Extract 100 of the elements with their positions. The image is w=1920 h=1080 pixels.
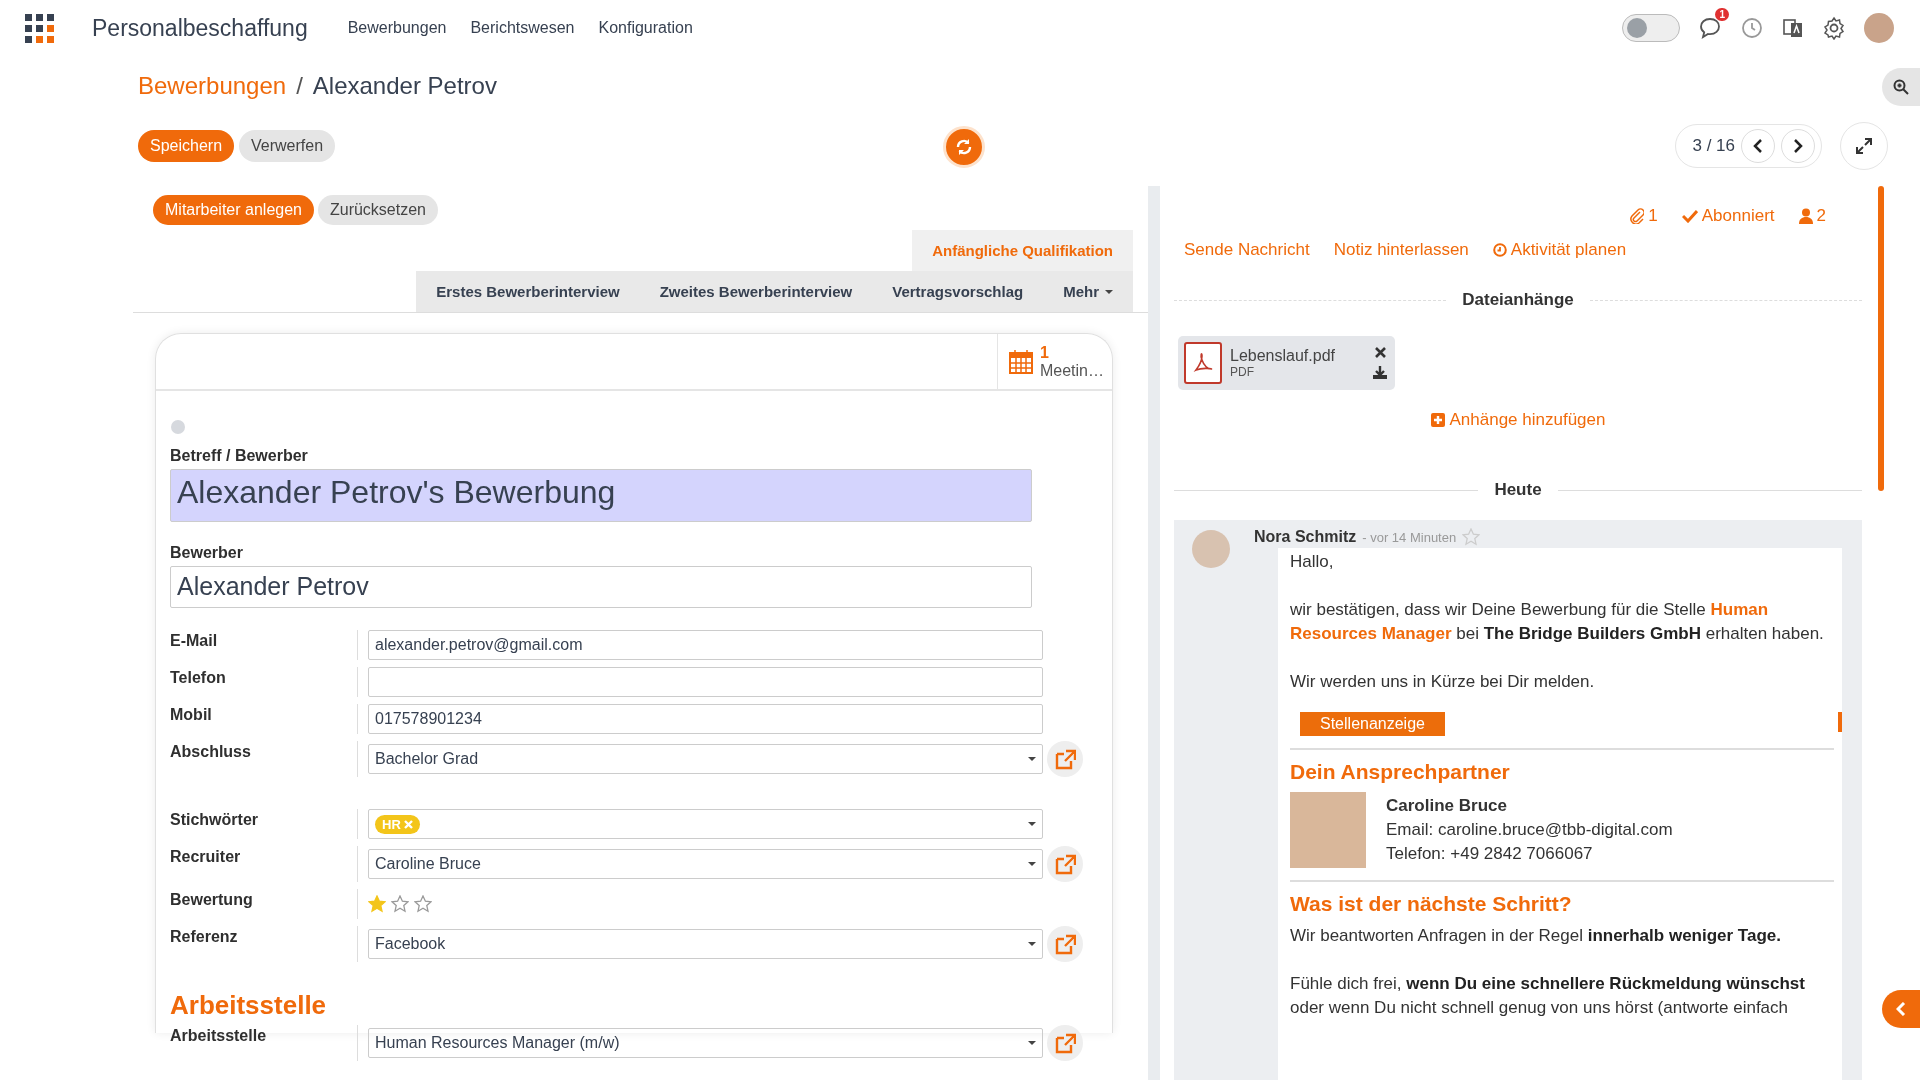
- external-link-button[interactable]: [1047, 1025, 1083, 1061]
- message-paragraph: Wir werden uns in Kürze bei Dir melden.: [1290, 671, 1596, 693]
- field-label: Referenz: [170, 926, 358, 962]
- select-field[interactable]: Facebook: [368, 929, 1043, 959]
- message-paragraph: Wir beantworten Anfragen in der Regel innerhalb weniger Tage.: [1290, 925, 1782, 947]
- field-label: E-Mail: [170, 630, 358, 660]
- file-type: PDF: [1230, 365, 1255, 379]
- external-link-button[interactable]: [1047, 846, 1083, 882]
- field-label: Mobil: [170, 704, 358, 734]
- message-paragraph: Fühle dich frei, wenn Du eine schnellere Rückmeldung wünschst oder wenn Du nicht schnell genug von uns hörst (antworte einfach: [1290, 973, 1806, 1019]
- message-time: - vor 14 Minuten: [1362, 529, 1457, 545]
- field-label: Bewertung: [170, 889, 358, 919]
- breadcrumb-separator: /: [296, 72, 303, 100]
- refresh-button[interactable]: [943, 126, 985, 168]
- contact-name: Caroline Bruce: [1386, 795, 1508, 817]
- menu-item[interactable]: Berichtswesen: [460, 13, 585, 43]
- subject-field[interactable]: Alexander Petrov's Bewerbung: [170, 469, 1032, 522]
- message-paragraph: Hallo,: [1290, 551, 1335, 573]
- field-label: Arbeitsstelle: [170, 1025, 358, 1061]
- author-avatar: [1192, 530, 1230, 568]
- external-link-button[interactable]: [1047, 741, 1083, 777]
- input-field[interactable]: 017578901234: [368, 704, 1043, 734]
- external-link-icon: [1054, 748, 1076, 770]
- menu-item[interactable]: Bewerbungen: [337, 13, 457, 43]
- field-label: Telefon: [170, 667, 358, 697]
- reset-button[interactable]: Zurücksetzen: [317, 195, 438, 225]
- chevron-left-icon: [1753, 139, 1763, 153]
- contact-phone: Telefon: +49 2842 7066067: [1386, 843, 1594, 865]
- field-label: Abschluss: [170, 741, 358, 777]
- status-dot[interactable]: [171, 420, 185, 434]
- clock-icon: [1492, 243, 1507, 257]
- checkmark-icon: [1681, 209, 1698, 223]
- remove-icon: [404, 819, 414, 829]
- calendar-icon: [1007, 348, 1034, 375]
- star-icon[interactable]: [1462, 528, 1481, 546]
- contact-email: Email: caroline.bruce@tbb-digital.com: [1386, 819, 1673, 841]
- caret-icon: [1028, 757, 1036, 761]
- chat-icon[interactable]: [1698, 16, 1722, 40]
- external-link-icon: [1054, 853, 1076, 875]
- star-filled-icon: [368, 895, 386, 913]
- message-heading: Was ist der nächste Schritt?: [1290, 892, 1573, 916]
- zoom-icon: [1893, 79, 1909, 95]
- download-icon[interactable]: [1373, 366, 1387, 379]
- previous-button[interactable]: [1741, 129, 1775, 163]
- settings-icon[interactable]: [1822, 16, 1846, 40]
- caret-icon: [1105, 289, 1113, 294]
- field-label: Betreff / Bewerber: [170, 447, 309, 465]
- plus-square-icon: [1430, 413, 1445, 427]
- caret-icon: [1028, 1041, 1036, 1045]
- language-icon[interactable]: [1782, 17, 1804, 39]
- select-field[interactable]: Human Resources Manager (m/w): [368, 1028, 1043, 1058]
- message-paragraph: wir bestätigen, dass wir Deine Bewerbung für die Stelle Human Resources Manager bei The Bridge Builders GmbH erhalten haben.: [1290, 599, 1825, 645]
- field-label: Stichwörter: [170, 809, 358, 839]
- select-field[interactable]: Bachelor Grad: [368, 744, 1043, 774]
- caret-icon: [1028, 942, 1036, 946]
- message-heading: Dein Ansprechpartner: [1290, 760, 1511, 784]
- refresh-icon: [955, 138, 973, 156]
- dark-mode-toggle[interactable]: [1622, 14, 1680, 42]
- meetings-button[interactable]: 1 Meetin…: [996, 334, 1112, 389]
- input-field[interactable]: alexander.petrov@gmail.com: [368, 630, 1043, 660]
- input-field[interactable]: [368, 667, 1043, 697]
- person-icon: [1798, 208, 1813, 224]
- stage-tab[interactable]: Vertragsvorschlag: [872, 271, 1044, 312]
- attachment-card[interactable]: Lebenslauf.pdf PDF: [1178, 336, 1395, 390]
- field-label: Recruiter: [170, 846, 358, 882]
- section-title: Arbeitsstelle: [170, 990, 328, 1021]
- more-stages-dropdown[interactable]: Mehr: [1043, 271, 1133, 312]
- stage-tab[interactable]: Erstes Bewerberinterview: [416, 271, 640, 312]
- external-link-icon: [1054, 1032, 1076, 1054]
- caret-icon: [1028, 862, 1036, 866]
- day-separator: Heute: [1494, 480, 1542, 500]
- star-icon: [391, 895, 409, 913]
- chevron-left-icon: [1896, 1002, 1906, 1016]
- discard-button[interactable]: Verwerfen: [239, 130, 336, 162]
- zoom-button[interactable]: [1882, 68, 1920, 106]
- file-name: Lebenslauf.pdf: [1230, 347, 1336, 365]
- external-link-button[interactable]: [1047, 926, 1083, 962]
- app-title: Personalbeschaffung: [92, 14, 308, 42]
- apps-menu-icon[interactable]: [25, 13, 54, 43]
- applicant-field[interactable]: Alexander Petrov: [170, 566, 1032, 608]
- external-link-icon: [1054, 933, 1076, 955]
- pager-value: 3 / 16: [1692, 136, 1735, 156]
- caret-icon: [1028, 822, 1036, 826]
- collapse-panel-button[interactable]: [1882, 990, 1920, 1028]
- record-title: Alexander Petrov: [312, 72, 497, 100]
- field-label: Bewerber: [170, 544, 244, 562]
- paperclip-icon: [1630, 208, 1645, 224]
- select-field[interactable]: Caroline Bruce: [368, 849, 1043, 879]
- clock-icon[interactable]: [1740, 16, 1764, 40]
- button-edge: [1838, 712, 1842, 732]
- expand-icon: [1856, 138, 1872, 154]
- user-avatar[interactable]: [1864, 13, 1894, 43]
- next-button[interactable]: [1781, 129, 1815, 163]
- menu-item[interactable]: Konfiguration: [588, 13, 703, 43]
- remove-icon[interactable]: [1374, 347, 1386, 358]
- stage-tab[interactable]: Zweites Bewerberinterview: [639, 271, 873, 312]
- chevron-right-icon: [1793, 139, 1803, 153]
- notification-badge: 1: [1715, 8, 1729, 21]
- section-title: Dateianhänge: [1462, 290, 1574, 310]
- star-icon: [414, 895, 432, 913]
